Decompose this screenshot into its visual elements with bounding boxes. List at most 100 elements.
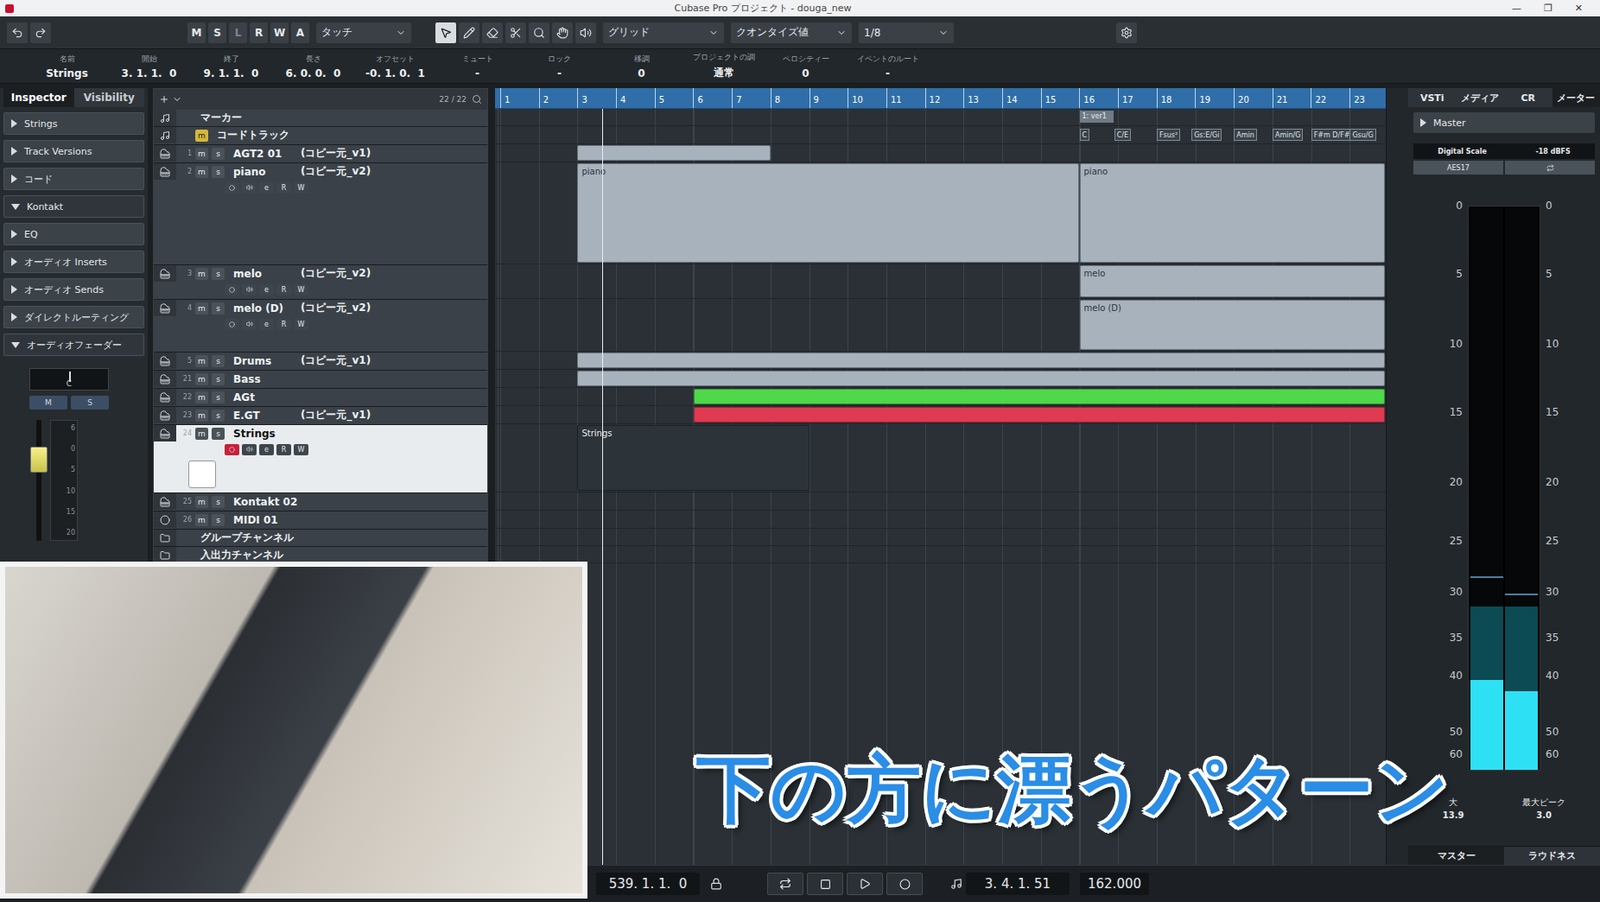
track-control-button[interactable]: W [293, 182, 309, 194]
midi-part[interactable] [693, 388, 1385, 405]
track-row[interactable]: 2mspiano(コピー元_v2)eRW [153, 163, 488, 266]
mute-solo-button[interactable]: S [70, 395, 109, 410]
info-field[interactable]: オフセット-0. 1. 0. 1 [354, 53, 437, 80]
info-field[interactable]: ロック- [518, 53, 601, 80]
midi-part[interactable]: Strings [577, 425, 809, 491]
erase-tool[interactable] [482, 22, 503, 44]
window-control[interactable]: — [1511, 2, 1522, 14]
right-zone-tab[interactable]: VSTi [1408, 88, 1457, 108]
midi-part[interactable] [577, 370, 1385, 387]
info-field[interactable]: 移調0 [600, 53, 683, 80]
ruler-bar[interactable]: 13 [963, 88, 1003, 108]
track-control-button[interactable]: W [293, 444, 309, 456]
ruler-bar[interactable]: 19 [1194, 88, 1234, 108]
mute-solo-button[interactable]: M [29, 395, 68, 410]
track-button[interactable]: m [195, 514, 209, 527]
track-row[interactable]: 4msmelo (D)(コピー元_v2)eRW [153, 299, 488, 353]
track-control-button[interactable]: R [276, 318, 292, 331]
midi-part[interactable]: melo (D) [1079, 299, 1385, 350]
track-row[interactable]: 23msE.GT(コピー元_v1) [153, 406, 488, 426]
info-field[interactable]: ミュート- [436, 53, 519, 80]
inspector-tab[interactable]: Inspector [3, 88, 75, 108]
track-row[interactable]: 24msStringseRW [153, 425, 488, 494]
chord-event[interactable]: Amin/G [1272, 128, 1303, 141]
track-button[interactable]: m [195, 147, 209, 160]
fader-track[interactable] [36, 419, 42, 541]
ruler-bar[interactable]: 12 [925, 88, 965, 108]
info-field[interactable]: 長さ6. 0. 0. 0 [272, 53, 355, 80]
ruler-bar[interactable]: 23 [1349, 88, 1389, 108]
chord-event[interactable]: C/E [1114, 128, 1131, 141]
track-button[interactable]: m [195, 427, 209, 440]
track-row[interactable]: 25msKontakt 02 [153, 493, 488, 512]
track-control-button[interactable]: W [293, 318, 309, 331]
hand-tool[interactable] [552, 22, 573, 44]
chord-event[interactable]: Gs:E/Gi [1191, 128, 1222, 141]
chord-event[interactable]: Amin [1233, 128, 1258, 141]
ruler-bar[interactable]: 14 [1002, 88, 1042, 108]
fader-knob[interactable] [30, 446, 48, 473]
marker[interactable]: 1: ver1 [1079, 110, 1114, 123]
track-control-button[interactable]: R [276, 182, 292, 194]
ruler-bar[interactable]: 2 [539, 88, 578, 108]
pan-control[interactable]: C [29, 368, 109, 391]
mode-button[interactable]: W [270, 22, 289, 44]
monitor-button[interactable] [241, 444, 257, 456]
track-button[interactable]: m [195, 355, 209, 368]
window-control[interactable]: ❐ [1543, 2, 1553, 14]
info-field[interactable]: イベントのルート- [846, 53, 929, 80]
midi-part[interactable]: piano [1079, 163, 1385, 263]
ruler-bar[interactable]: 18 [1156, 88, 1196, 108]
inspector-section[interactable]: ダイレクトルーティング [3, 305, 145, 329]
track-row[interactable]: グループチャンネル [153, 529, 488, 547]
master-section[interactable]: Master [1413, 112, 1595, 134]
right-zone-tab[interactable]: CR [1504, 88, 1553, 108]
ruler-bar[interactable]: 9 [809, 88, 849, 108]
ruler-bar[interactable]: 1 [500, 88, 540, 108]
track-row[interactable]: 1msAGT2 01(コピー元_v1) [153, 145, 488, 164]
track-row[interactable]: マーカー [153, 109, 488, 127]
right-zone-tab[interactable]: メーター [1552, 88, 1600, 108]
inspector-section[interactable]: Kontakt [3, 195, 145, 218]
window-control[interactable]: ✕ [1574, 2, 1583, 14]
ruler-bar[interactable]: 4 [615, 88, 655, 108]
mode-button[interactable]: R [249, 22, 268, 44]
ruler-bar[interactable]: 20 [1233, 88, 1273, 108]
record-button[interactable] [224, 444, 240, 456]
midi-part[interactable]: melo [1079, 265, 1385, 298]
track-button[interactable]: s [211, 427, 225, 440]
track-button[interactable]: s [211, 409, 225, 422]
record-button[interactable] [224, 182, 240, 194]
info-field[interactable]: プロジェクトの調通常 [682, 51, 765, 81]
inspector-section[interactable]: オーディオ Inserts [3, 250, 145, 274]
right-zone-tab[interactable]: メディア [1456, 88, 1505, 108]
chord-event[interactable]: Fsus² [1156, 128, 1181, 141]
inspector-section[interactable]: オーディオフェーダー [3, 333, 145, 356]
split-tool[interactable] [505, 22, 527, 44]
chord-event[interactable]: C [1079, 128, 1091, 141]
position-display[interactable]: 539. 1. 1. 0 [596, 872, 700, 896]
monitor-button[interactable] [241, 318, 257, 331]
track-row[interactable]: 22msAGt [153, 388, 488, 407]
ruler-bar[interactable]: 6 [692, 88, 732, 108]
meter-standard[interactable]: AES17 [1413, 160, 1504, 175]
ruler-bar[interactable]: 7 [731, 88, 771, 108]
inspector-tab[interactable]: Visibility [74, 88, 146, 108]
inspector-section[interactable]: オーディオ Sends [3, 278, 145, 301]
track-button[interactable]: s [211, 355, 225, 368]
track-control-button[interactable]: e [259, 444, 274, 456]
record-button[interactable] [224, 318, 240, 331]
quantize-type-dropdown[interactable]: クオンタイズ値 [730, 22, 852, 44]
secondary-position-display[interactable]: 3. 4. 1. 51 [965, 872, 1070, 896]
track-button[interactable]: s [211, 147, 225, 160]
track-button[interactable]: m [195, 302, 209, 315]
inspector-section[interactable]: Track Versions [3, 139, 145, 163]
ruler-bar[interactable]: 16 [1079, 88, 1118, 108]
mode-button[interactable]: S [208, 22, 227, 44]
ruler-bar[interactable]: 8 [770, 88, 810, 108]
track-button[interactable]: s [211, 302, 225, 315]
track-button[interactable]: m [195, 267, 209, 280]
ruler-bar[interactable]: 10 [847, 88, 887, 108]
redo-button[interactable] [30, 22, 51, 44]
chord-event[interactable]: F#m D/F# [1311, 128, 1353, 141]
